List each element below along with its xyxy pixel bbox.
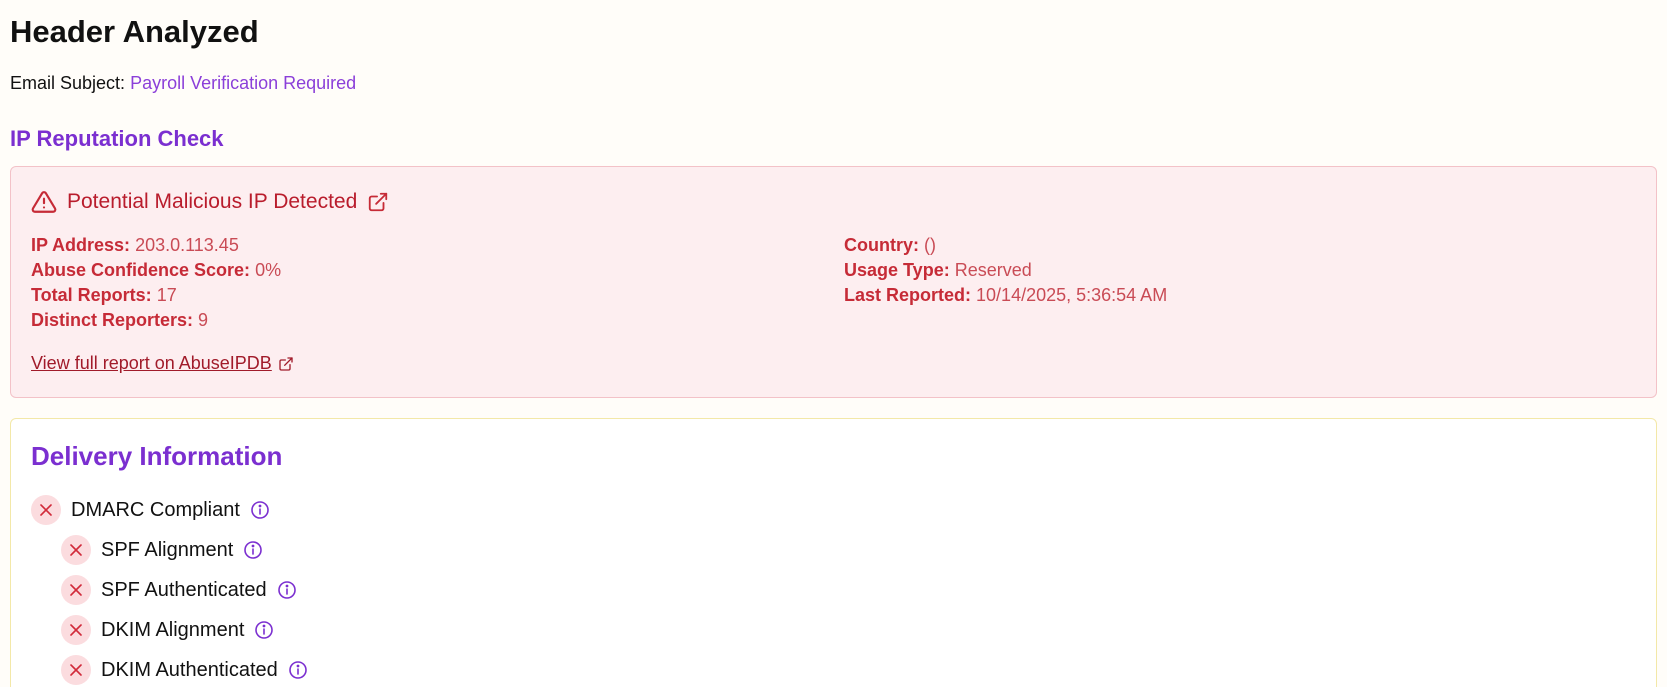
ip-details-right: Country: () Usage Type: Reserved Last Re…	[844, 233, 1167, 308]
abuseipdb-report-link[interactable]: View full report on AbuseIPDB	[31, 353, 294, 374]
info-icon[interactable]	[277, 580, 297, 600]
warning-triangle-icon	[31, 189, 57, 215]
ip-reputation-card: Potential Malicious IP Detected IP Addre…	[10, 166, 1657, 398]
field-value: ()	[924, 235, 937, 255]
x-icon	[31, 495, 61, 525]
alert-header: Potential Malicious IP Detected	[31, 189, 389, 215]
delivery-title: Delivery Information	[31, 441, 283, 471]
field-usage-type: Usage Type: Reserved	[844, 258, 1167, 283]
field-label: Last Reported:	[844, 285, 972, 305]
check-label: SPF Alignment	[101, 538, 234, 561]
field-ip-address: IP Address: 203.0.113.45	[31, 233, 281, 258]
page-title: Header Analyzed	[10, 14, 259, 49]
field-label: IP Address:	[31, 235, 131, 255]
field-label: Abuse Confidence Score:	[31, 260, 251, 280]
check-dkim-authenticated: DKIM Authenticated	[61, 655, 308, 685]
ip-reputation-title: IP Reputation Check	[10, 126, 224, 151]
info-icon[interactable]	[250, 500, 270, 520]
field-value: 9	[198, 310, 209, 330]
field-abuse-score: Abuse Confidence Score: 0%	[31, 258, 281, 283]
email-subject-value: Payroll Verification Required	[130, 73, 357, 93]
field-label: Distinct Reporters:	[31, 310, 194, 330]
check-dkim-alignment: DKIM Alignment	[61, 615, 274, 645]
check-spf-authenticated: SPF Authenticated	[61, 575, 297, 605]
check-label: SPF Authenticated	[101, 578, 267, 601]
field-label: Usage Type:	[844, 260, 950, 280]
ip-details-left: IP Address: 203.0.113.45 Abuse Confidenc…	[31, 233, 281, 333]
field-value: 0%	[255, 260, 282, 280]
field-total-reports: Total Reports: 17	[31, 283, 281, 308]
x-icon	[61, 655, 91, 685]
x-icon	[61, 535, 91, 565]
check-label: DKIM Alignment	[101, 618, 245, 641]
x-icon	[61, 615, 91, 645]
alert-title: Potential Malicious IP Detected	[67, 190, 358, 213]
field-value: Reserved	[954, 260, 1032, 280]
check-label: DMARC Compliant	[71, 498, 240, 521]
info-icon[interactable]	[254, 620, 274, 640]
field-distinct-reporters: Distinct Reporters: 9	[31, 308, 281, 333]
external-link-icon[interactable]	[367, 191, 389, 213]
email-subject: Email Subject: Payroll Verification Requ…	[10, 73, 356, 94]
field-value: 17	[156, 285, 177, 305]
field-last-reported: Last Reported: 10/14/2025, 5:36:54 AM	[844, 283, 1167, 308]
info-icon[interactable]	[288, 660, 308, 680]
field-label: Total Reports:	[31, 285, 152, 305]
email-subject-label: Email Subject:	[10, 73, 126, 93]
check-spf-alignment: SPF Alignment	[61, 535, 263, 565]
x-icon	[61, 575, 91, 605]
external-link-icon	[278, 356, 294, 372]
delivery-information-card: Delivery Information DMARC Compliant SPF…	[10, 418, 1657, 687]
report-link-label: View full report on AbuseIPDB	[31, 353, 272, 373]
check-label: DKIM Authenticated	[101, 658, 278, 681]
check-dmarc-compliant: DMARC Compliant	[31, 495, 270, 525]
field-value: 203.0.113.45	[135, 235, 239, 255]
field-label: Country:	[844, 235, 919, 255]
page: Header Analyzed Email Subject: Payroll V…	[0, 0, 1667, 687]
info-icon[interactable]	[243, 540, 263, 560]
field-country: Country: ()	[844, 233, 1167, 258]
field-value: 10/14/2025, 5:36:54 AM	[976, 285, 1168, 305]
